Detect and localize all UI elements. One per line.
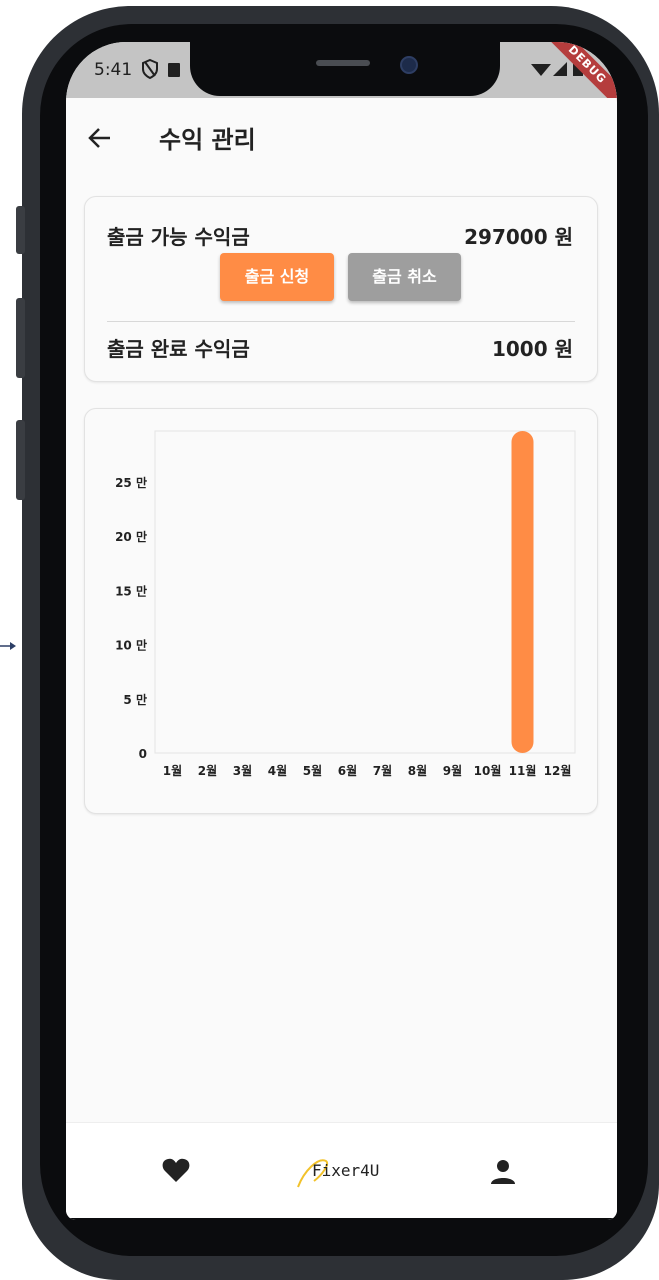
y-tick-label: 20 만: [115, 529, 147, 544]
app-screen: 5:41 DEBUG 수익 관리 출금 가능 수익금 297000 원 출금 신…: [66, 42, 617, 1220]
y-tick-label: 10 만: [115, 638, 147, 653]
arrow-mark-icon: [0, 642, 16, 650]
home-bar-area: [66, 1218, 617, 1220]
chart-bar: [511, 431, 534, 753]
front-camera: [400, 56, 418, 74]
side-button-top: [16, 206, 25, 254]
x-tick-label: 6월: [338, 763, 357, 778]
y-tick-label: 5 만: [123, 692, 147, 707]
x-tick-label: 10월: [474, 763, 502, 778]
heart-icon[interactable]: [162, 1157, 190, 1183]
x-tick-label: 7월: [373, 763, 392, 778]
x-tick-label: 3월: [233, 763, 252, 778]
x-tick-label: 12월: [544, 763, 572, 778]
card-divider: [107, 321, 575, 322]
y-tick-label: 25 만: [115, 475, 147, 490]
x-tick-label: 5월: [303, 763, 322, 778]
page-title: 수익 관리: [159, 126, 256, 154]
y-tick-label: 0: [139, 747, 147, 761]
shield-icon: [142, 58, 180, 80]
earnings-card: 출금 가능 수익금 297000 원 출금 신청 출금 취소 출금 완료 수익금…: [84, 196, 598, 382]
completed-earnings-value: 1000 원: [491, 337, 573, 361]
available-earnings-label: 출금 가능 수익금: [107, 225, 250, 249]
x-tick-label: 9월: [443, 763, 462, 778]
completed-earnings-label: 출금 완료 수익금: [107, 337, 250, 361]
y-tick-label: 15 만: [115, 583, 147, 598]
x-tick-label: 2월: [198, 763, 217, 778]
speaker-grille: [316, 60, 370, 66]
volume-down-button: [16, 420, 25, 500]
status-bar: 5:41 DEBUG: [66, 42, 617, 114]
x-tick-label: 8월: [408, 763, 427, 778]
back-arrow-icon[interactable]: [86, 124, 114, 152]
bottom-navigation: Fixer4U: [66, 1122, 617, 1220]
earnings-chart-card: 0 5 만 10 만 15 만 20 만 25 만 1월 2월 3월 4월 5월 6월 7월 8월 9월 10…: [84, 408, 598, 814]
withdraw-request-button[interactable]: 출금 신청: [220, 253, 334, 301]
available-earnings-value: 297000 원: [464, 225, 573, 249]
status-time: 5:41: [94, 60, 133, 80]
withdraw-cancel-button[interactable]: 출금 취소: [348, 253, 461, 301]
x-tick-label: 4월: [268, 763, 287, 778]
fixer4u-logo[interactable]: Fixer4U: [296, 1151, 396, 1191]
x-tick-label: 1월: [163, 763, 182, 778]
app-bar: 수익 관리: [66, 98, 617, 178]
logo-text: Fixer4U: [312, 1161, 380, 1180]
person-icon[interactable]: [490, 1159, 516, 1185]
x-tick-label: 11월: [509, 763, 537, 778]
volume-up-button: [16, 298, 25, 378]
camera-notch: [190, 42, 500, 96]
earnings-bar-chart: 0 5 만 10 만 15 만 20 만 25 만 1월 2월 3월 4월 5월 6월 7월 8월 9월 10…: [115, 430, 576, 778]
